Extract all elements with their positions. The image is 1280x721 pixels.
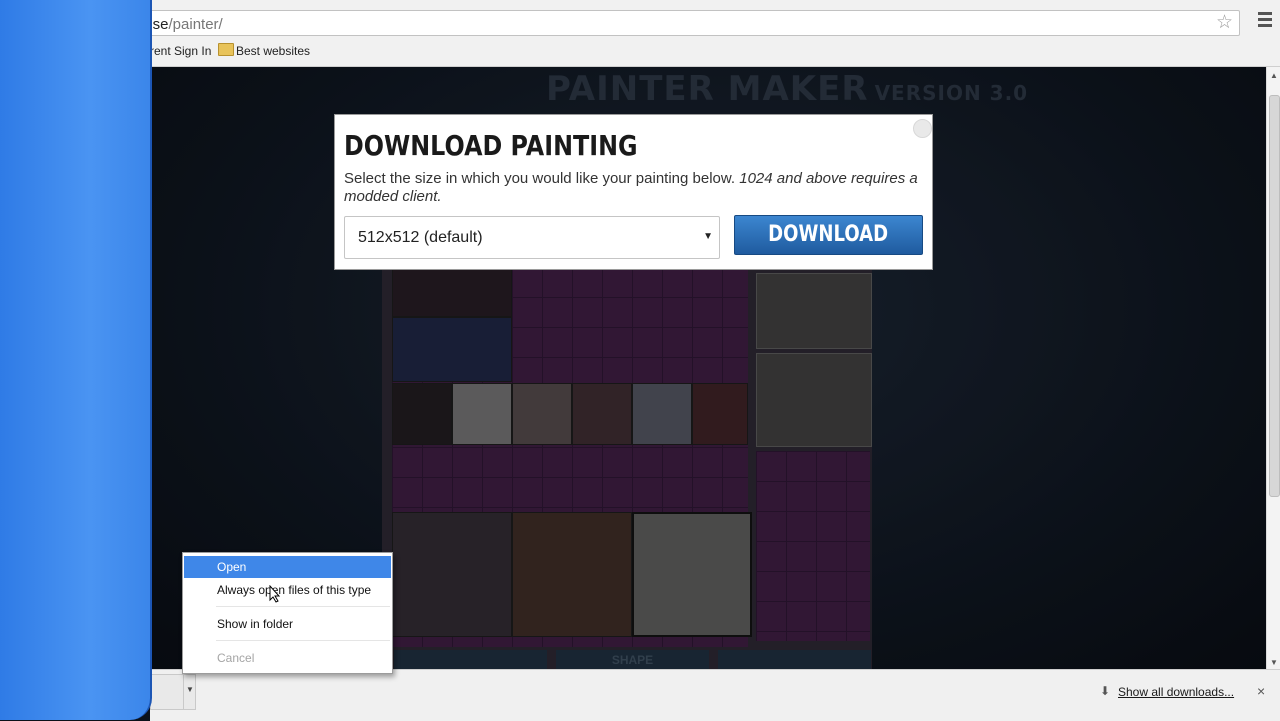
menu-item-label: Cancel [217, 651, 255, 665]
close-icon[interactable]: × [1257, 683, 1265, 699]
scrollbar-thumb[interactable] [1269, 95, 1280, 497]
size-select[interactable]: 512x512 (default) ▼ [344, 216, 720, 259]
menu-item-open[interactable]: Open [184, 556, 391, 578]
url-path: /painter/ [168, 16, 223, 33]
close-icon[interactable] [913, 119, 932, 138]
browser-toolbar: k.se/painter/ ☆ rent Sign In Best websit… [140, 0, 1280, 67]
side-panel [0, 0, 152, 720]
folder-icon [218, 43, 234, 56]
description-text: Select the size in which you would like … [344, 170, 736, 187]
menu-item-cancel: Cancel [184, 647, 391, 669]
bookmark-best-websites[interactable]: Best websites [236, 44, 310, 58]
chevron-down-icon[interactable]: ▼ [183, 675, 196, 709]
download-item[interactable]: ▼ [150, 674, 196, 710]
download-context-menu: Open Always open files of this type Show… [182, 552, 393, 674]
bookmark-sign-in[interactable]: rent Sign In [150, 44, 211, 58]
mouse-cursor-icon [269, 585, 281, 603]
scroll-down-icon[interactable]: ▼ [1270, 658, 1278, 667]
show-all-downloads-link[interactable]: Show all downloads... [1118, 685, 1234, 699]
page-scrollbar[interactable]: ▲ ▼ [1266, 67, 1280, 669]
menu-item-label: Show in folder [217, 617, 294, 631]
download-dialog: DOWNLOAD PAINTING Select the size in whi… [334, 114, 933, 270]
size-select-value: 512x512 (default) [358, 229, 483, 246]
menu-item-always-open[interactable]: Always open files of this type [184, 579, 391, 601]
menu-icon[interactable] [1258, 12, 1272, 30]
address-bar[interactable]: k.se/painter/ ☆ [140, 10, 1240, 36]
menu-separator [216, 606, 390, 607]
chevron-down-icon: ▼ [703, 231, 713, 242]
download-icon: ⬇ [1100, 684, 1111, 698]
dialog-description: Select the size in which you would like … [344, 170, 926, 206]
menu-item-label: Open [217, 560, 247, 574]
scroll-up-icon[interactable]: ▲ [1270, 71, 1278, 80]
download-shelf: ▼ ⬇ Show all downloads... × [150, 669, 1280, 721]
menu-item-label: Always open files of this type [217, 583, 372, 597]
dialog-title: DOWNLOAD PAINTING [344, 129, 638, 162]
menu-separator [216, 640, 390, 641]
download-button-label: DOWNLOAD [768, 222, 889, 247]
menu-item-show-in-folder[interactable]: Show in folder [184, 613, 391, 635]
download-button[interactable]: DOWNLOAD [734, 215, 923, 255]
address-text: k.se/painter/ [141, 16, 223, 33]
star-icon[interactable]: ☆ [1216, 13, 1233, 33]
